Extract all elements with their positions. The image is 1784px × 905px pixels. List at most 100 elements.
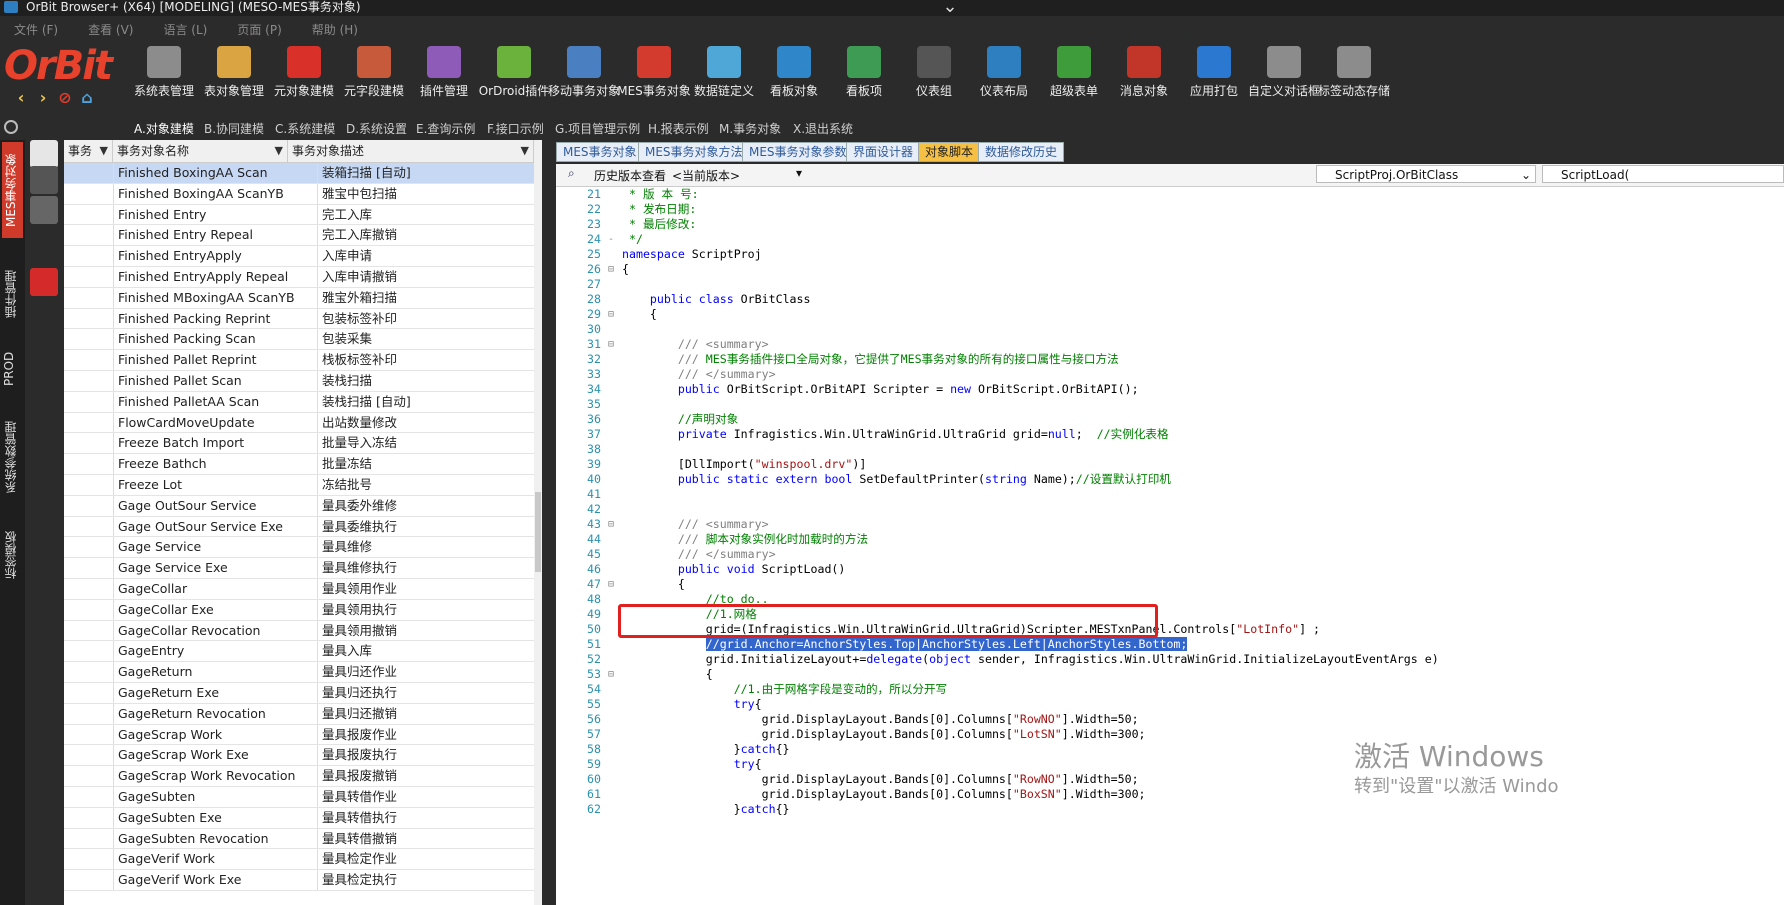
code-line[interactable]: 33 /// </summary> [556,367,1784,382]
list-item[interactable]: GageVerif Work Exe 量具检定执行 [64,870,534,891]
list-item[interactable]: Finished PalletAA Scan 装栈扫描 [自动] [64,391,534,413]
code-line[interactable]: 21 * 版 本 号: [556,187,1784,202]
filter-icon[interactable]: ▼ [100,140,108,162]
list-item[interactable]: GageReturn Exe 量具归还执行 [64,682,534,704]
code-line[interactable]: 25 namespace ScriptProj [556,247,1784,262]
code-line[interactable]: 22 * 发布日期: [556,202,1784,217]
list-item[interactable]: Freeze Lot 冻结批号 [64,474,534,496]
list-item[interactable]: Finished Packing Reprint 包装标签补印 [64,308,534,330]
binoculars-icon[interactable]: ⌕ [568,166,575,181]
code-line[interactable]: 61 grid.DisplayLayout.Bands[0].Columns["… [556,787,1784,802]
code-line[interactable]: 38 [556,442,1784,457]
list-item[interactable]: GageScrap Work 量具报废作业 [64,724,534,746]
code-line[interactable]: 31 ⊟ /// <summary> [556,337,1784,352]
code-line[interactable]: 43 ⊟ /// <summary> [556,517,1784,532]
power-icon[interactable] [30,268,58,296]
class-select[interactable]: ScriptProj.OrBitClass ⌄ [1316,165,1536,183]
code-editor[interactable]: 21 * 版 本 号: 22 * 发布日期: 23 * 最后修改: 24- */25 n… [556,187,1784,905]
toolbar-button[interactable]: 表对象管理 [194,44,274,108]
list-scrollbar[interactable] [534,162,542,905]
list-item[interactable]: Freeze Bathch 批量冻结 [64,454,534,475]
method-select[interactable]: ScriptLoad( [1542,165,1784,183]
fold-marker-icon[interactable]: ⊟ [608,577,616,592]
edit-pen-icon[interactable] [30,140,58,168]
module-tab[interactable]: H.报表示例 [648,120,709,137]
toolbar-button[interactable]: 看板对象 [754,44,834,108]
toolbar-button[interactable]: 元字段建模 [334,44,414,108]
note-icon[interactable] [30,196,58,224]
code-line[interactable]: 51 //grid.Anchor=AnchorStyles.Top|Anchor… [556,637,1784,652]
scroll-thumb[interactable] [535,492,541,572]
toolbar-button[interactable]: 看板项 [824,44,904,108]
menu-item[interactable]: 文件 (F) [14,20,58,40]
code-line[interactable]: 60 grid.DisplayLayout.Bands[0].Columns["… [556,772,1784,787]
code-line[interactable]: 46 public void ScriptLoad() [556,562,1784,577]
module-tab[interactable]: X.退出系统 [793,120,853,137]
code-line[interactable]: 35 [556,397,1784,412]
version-select[interactable]: <当前版本> [672,167,792,184]
list-item[interactable]: Finished EntryApply Repeal 入库申请撤销 [64,266,534,288]
toolbar-button[interactable]: 自定义对话框 [1244,44,1324,108]
list-item[interactable]: GageSubten Revocation 量具转借撤销 [64,828,534,850]
fold-marker-icon[interactable]: ⊟ [608,337,616,352]
toolbar-button[interactable]: 仪表组 [894,44,974,108]
menu-item[interactable]: 查看 (V) [88,20,133,40]
code-line[interactable]: 36 //声明对象 [556,412,1784,427]
home-icon[interactable]: ⌂ [76,88,98,107]
code-line[interactable]: 41 [556,487,1784,502]
menu-item[interactable]: 帮助 (H) [312,20,358,40]
col-header-name[interactable]: 事务对象名称 ▼ [113,140,288,162]
list-item[interactable]: Finished Pallet Reprint 栈板标签补印 [64,350,534,371]
toolbar-button[interactable]: 仪表布局 [964,44,1044,108]
code-line[interactable]: 62 }catch{} [556,802,1784,817]
list-item[interactable]: GageVerif Work 量具检定作业 [64,849,534,871]
side-tab[interactable]: PROD [2,340,23,398]
module-tab[interactable]: D.系统设置 [346,120,407,137]
module-tab[interactable]: G.项目管理示例 [555,120,640,137]
code-line[interactable]: 37 private Infragistics.Win.UltraWinGrid… [556,427,1784,442]
code-line[interactable]: 30 [556,322,1784,337]
code-line[interactable]: 28 public class OrBitClass [556,292,1784,307]
list-item[interactable]: GageScrap Work Revocation 量具报废撤销 [64,766,534,787]
list-item[interactable]: Finished Pallet Scan 装栈扫描 [64,370,534,392]
list-item[interactable]: GageSubten 量具转借作业 [64,786,534,808]
code-line[interactable]: 47 ⊟ { [556,577,1784,592]
list-item[interactable]: GageEntry 量具入库 [64,641,534,663]
code-line[interactable]: 58 }catch{} [556,742,1784,757]
fold-marker-icon[interactable]: - [608,232,616,247]
search-icon[interactable] [4,120,18,134]
doc-tab[interactable]: MES事务对象方法 [638,142,750,162]
list-item[interactable]: Finished BoxingAA Scan 装箱扫描 [自动] [64,163,534,184]
module-tab[interactable]: C.系统建模 [275,120,335,137]
code-line[interactable]: 55 try{ [556,697,1784,712]
toolbar-button[interactable]: 系统表管理 [124,44,204,108]
toolbar-button[interactable]: 元对象建模 [264,44,344,108]
toolbar-button[interactable]: 超级表单 [1034,44,1114,108]
list-item[interactable]: GageCollar Exe 量具领用执行 [64,599,534,621]
list-item[interactable]: Finished Entry 完工入库 [64,204,534,226]
list-item[interactable]: Gage OutSour Service 量具委外维修 [64,495,534,517]
module-tab[interactable]: F.接口示例 [487,120,544,137]
list-item[interactable]: GageCollar Revocation 量具领用撤销 [64,620,534,642]
code-line[interactable]: 54 //1.由于网格字段是变动的，所以分开写 [556,682,1784,697]
history-version-button[interactable]: 历史版本查看 [594,167,666,184]
toolbar-button[interactable]: 移动事务对象 [544,44,624,108]
code-line[interactable]: 52 grid.InitializeLayout+=delegate(objec… [556,652,1784,667]
code-line[interactable]: 39 [DllImport("winspool.drv")] [556,457,1784,472]
col-header-desc[interactable]: 事务对象描述 ▼ [288,140,534,162]
doc-tab[interactable]: 界面设计器 [846,142,921,162]
code-line[interactable]: 42 [556,502,1784,517]
fold-marker-icon[interactable]: ⊟ [608,307,616,322]
code-line[interactable]: 40 public static extern bool SetDefaultP… [556,472,1784,487]
list-item[interactable]: GageReturn 量具归还作业 [64,662,534,683]
module-tab[interactable]: M.事务对象 [719,120,781,137]
list-item[interactable]: GageReturn Revocation 量具归还撤销 [64,703,534,725]
code-line[interactable]: 34 public OrBitScript.OrBitAPI Scripter … [556,382,1784,397]
chevron-down-icon[interactable]: ▾ [796,166,802,180]
list-item[interactable]: FlowCardMoveUpdate 出站数量修改 [64,412,534,434]
menu-item[interactable]: 页面 (P) [237,20,281,40]
list-item[interactable]: Finished MBoxingAA ScanYB 雅宝外箱扫描 [64,287,534,309]
back-arrow-icon[interactable]: ‹ [10,88,32,107]
forward-arrow-icon[interactable]: › [32,88,54,107]
list-item[interactable]: Gage OutSour Service Exe 量具委维执行 [64,516,534,538]
